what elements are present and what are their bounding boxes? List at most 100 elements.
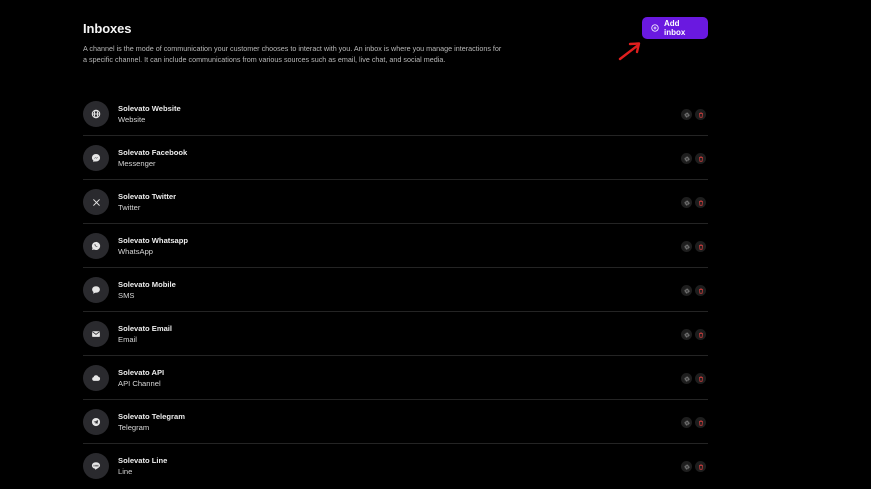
channel-icon [83,365,109,391]
row-actions [681,417,706,428]
inbox-text: Solevato Email Email [118,323,172,345]
x-twitter-icon [92,198,101,207]
gear-icon [684,200,690,206]
row-actions [681,373,706,384]
gear-icon [684,288,690,294]
inbox-row-4[interactable]: Solevato Whatsapp WhatsApp [83,224,708,268]
gear-icon [684,464,690,470]
inbox-name[interactable]: Solevato Website [118,103,181,114]
inbox-row-3[interactable]: Solevato Twitter Twitter [83,180,708,224]
globe-icon [91,109,101,119]
inbox-name[interactable]: Solevato Line [118,455,167,466]
inbox-row-8[interactable]: Solevato Telegram Telegram [83,400,708,444]
gear-icon [684,156,690,162]
delete-button[interactable] [695,109,706,120]
inbox-row-9[interactable]: Solevato Line Line [83,444,708,488]
channel-icon [83,145,109,171]
inbox-type: Line [118,467,133,476]
inbox-name[interactable]: Solevato Telegram [118,411,185,422]
row-actions [681,153,706,164]
page-description: A channel is the mode of communication y… [83,44,502,64]
trash-icon [698,288,704,294]
gear-icon [684,244,690,250]
inbox-row-5[interactable]: Solevato Mobile SMS [83,268,708,312]
plus-circle-icon [651,24,659,32]
add-inbox-button[interactable]: Add inbox [642,17,708,39]
channel-icon [83,277,109,303]
delete-button[interactable] [695,153,706,164]
inbox-name[interactable]: Solevato Mobile [118,279,176,290]
settings-button[interactable] [681,109,692,120]
whatsapp-icon [91,241,101,251]
channel-icon [83,453,109,479]
inbox-name[interactable]: Solevato API [118,367,164,378]
trash-icon [698,200,704,206]
row-actions [681,461,706,472]
delete-button[interactable] [695,461,706,472]
row-actions [681,241,706,252]
row-actions [681,285,706,296]
telegram-icon [91,417,101,427]
delete-button[interactable] [695,373,706,384]
inbox-type: Messenger [118,159,156,168]
page-title: Inboxes [83,21,132,36]
inbox-type: Email [118,335,137,344]
settings-button[interactable] [681,329,692,340]
settings-button[interactable] [681,373,692,384]
inbox-row-7[interactable]: Solevato API API Channel [83,356,708,400]
settings-button[interactable] [681,197,692,208]
trash-icon [698,420,704,426]
inbox-row-6[interactable]: Solevato Email Email [83,312,708,356]
row-actions [681,197,706,208]
inbox-name[interactable]: Solevato Whatsapp [118,235,188,246]
delete-button[interactable] [695,241,706,252]
sms-bubble-icon [91,285,101,295]
inbox-name[interactable]: Solevato Twitter [118,191,176,202]
inbox-type: Twitter [118,203,141,212]
gear-icon [684,376,690,382]
line-icon [91,461,101,471]
inbox-row-1[interactable]: Solevato Website Website [83,92,708,136]
trash-icon [698,156,704,162]
gear-icon [684,420,690,426]
settings-button[interactable] [681,461,692,472]
cloud-icon [91,373,101,383]
trash-icon [698,244,704,250]
channel-icon [83,409,109,435]
gear-icon [684,332,690,338]
inbox-text: Solevato API API Channel [118,367,164,389]
inbox-type: Website [118,115,146,124]
inbox-type: SMS [118,291,135,300]
delete-button[interactable] [695,417,706,428]
inbox-type: Telegram [118,423,150,432]
settings-button[interactable] [681,153,692,164]
add-inbox-label: Add inbox [664,19,686,37]
inboxes-page: Inboxes Add inbox A channel is the mode … [0,0,871,489]
channel-icon [83,189,109,215]
row-actions [681,109,706,120]
mail-icon [91,329,101,339]
delete-button[interactable] [695,197,706,208]
settings-button[interactable] [681,285,692,296]
trash-icon [698,332,704,338]
inbox-text: Solevato Telegram Telegram [118,411,185,433]
inbox-text: Solevato Mobile SMS [118,279,176,301]
delete-button[interactable] [695,329,706,340]
trash-icon [698,112,704,118]
messenger-icon [91,153,101,163]
inbox-type: WhatsApp [118,247,154,256]
inbox-row-2[interactable]: Solevato Facebook Messenger [83,136,708,180]
channel-icon [83,101,109,127]
channel-icon [83,233,109,259]
delete-button[interactable] [695,285,706,296]
inbox-text: Solevato Facebook Messenger [118,147,187,169]
channel-icon [83,321,109,347]
inbox-text: Solevato Twitter Twitter [118,191,176,213]
inbox-list: Solevato Website Website Solevato Facebo… [83,92,708,488]
settings-button[interactable] [681,241,692,252]
trash-icon [698,464,704,470]
settings-button[interactable] [681,417,692,428]
inbox-name[interactable]: Solevato Facebook [118,147,187,158]
inbox-type: API Channel [118,379,161,388]
inbox-name[interactable]: Solevato Email [118,323,172,334]
